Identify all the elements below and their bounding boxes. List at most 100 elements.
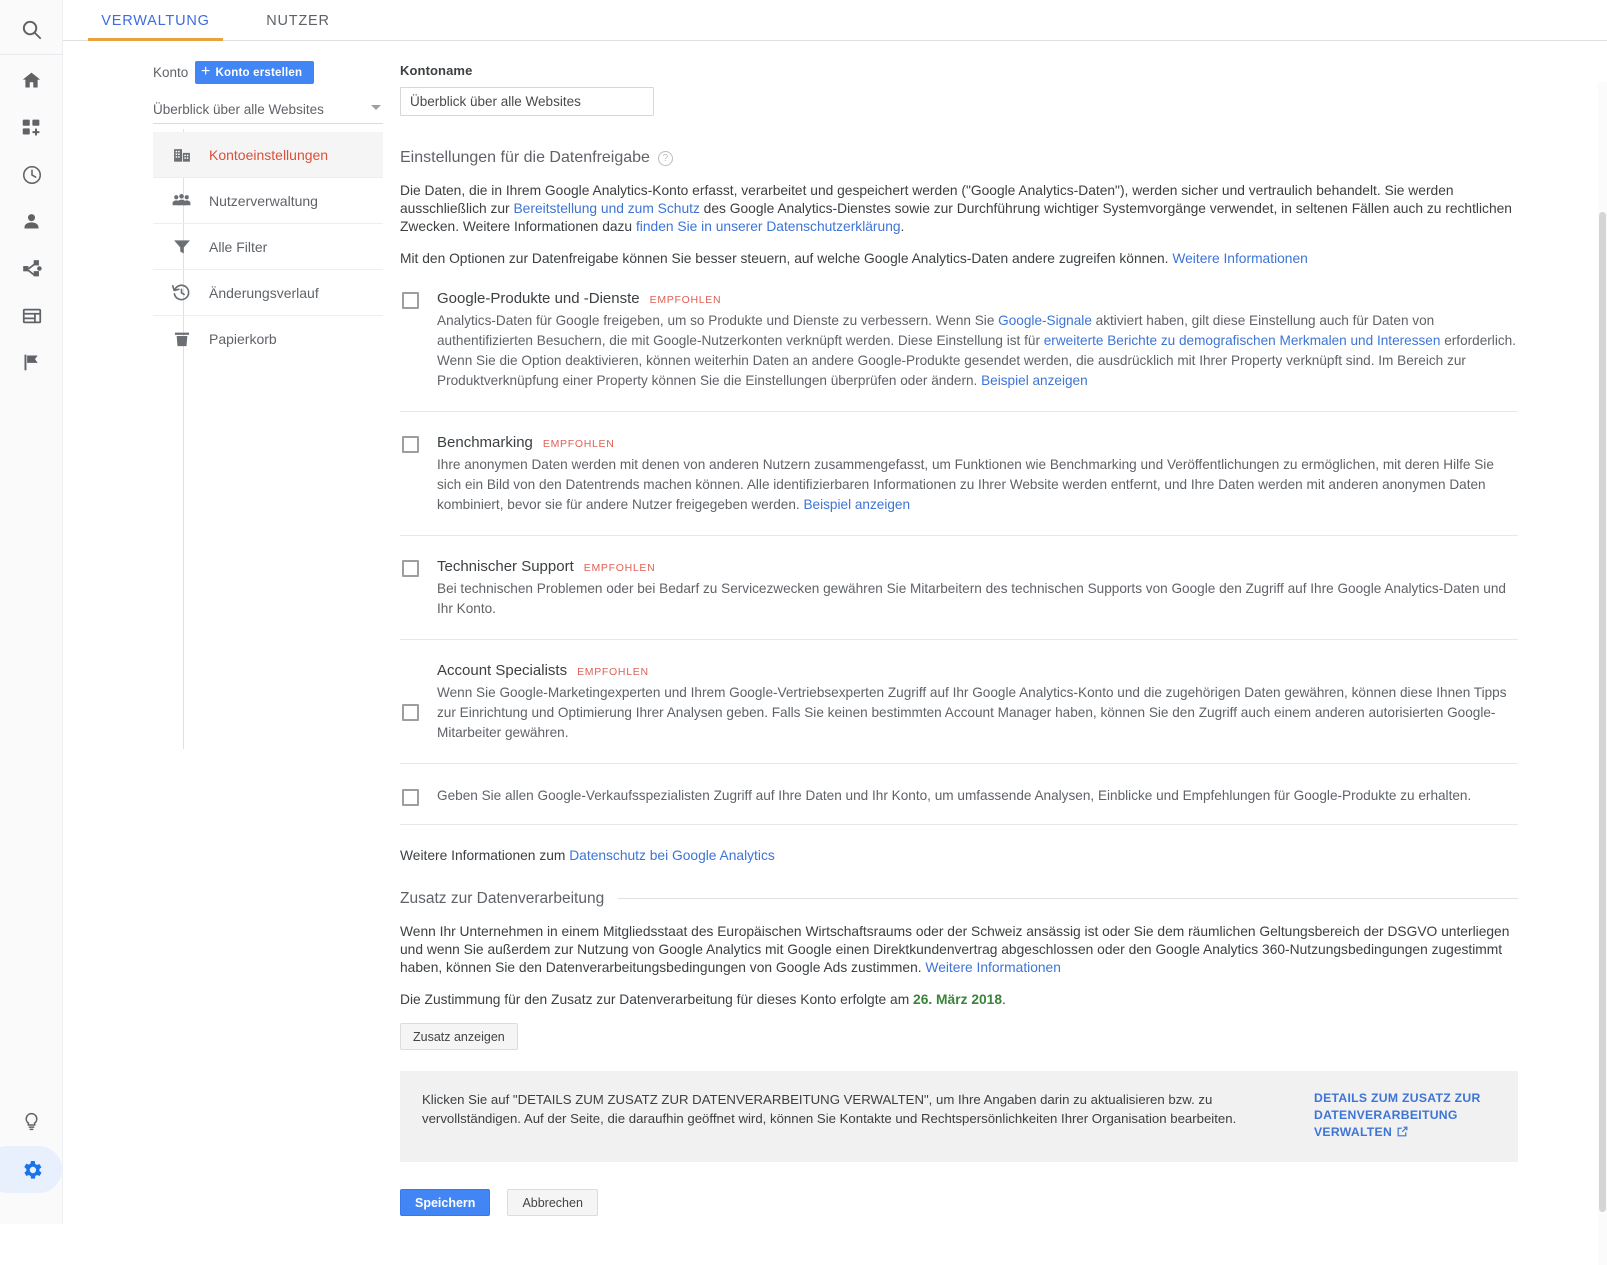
data-sharing-intro-paragraph-1: Die Daten, die in Ihrem Google Analytics…	[400, 182, 1516, 235]
realtime-clock-icon[interactable]	[0, 151, 63, 198]
recommended-badge: EMPFOHLEN	[649, 294, 722, 307]
building-icon	[171, 144, 192, 165]
link-beispiel-anzeigen-1[interactable]: Beispiel anzeigen	[981, 373, 1088, 388]
option-sales-specialists: Geben Sie allen Google-Verkaufsspezialis…	[400, 786, 1518, 826]
option-account-specialists: Account Specialists EMPFOHLEN Wenn Sie G…	[400, 662, 1518, 765]
checkbox-benchmarking[interactable]	[402, 436, 419, 454]
option-title-row: Google-Produkte und -Dienste EMPFOHLEN	[437, 290, 1518, 307]
option-google-products: Google-Produkte und -Dienste EMPFOHLEN A…	[400, 290, 1518, 413]
account-name-input[interactable]	[400, 87, 654, 116]
link-google-signale[interactable]: Google-Signale	[998, 313, 1092, 328]
checkbox-technical-support[interactable]	[402, 560, 419, 578]
option-description: Analytics-Daten für Google freigeben, um…	[437, 311, 1518, 391]
trash-icon	[171, 329, 192, 350]
admin-nav-list: Kontoeinstellungen Nutzerverwaltung Alle…	[153, 132, 383, 362]
option-title: Account Specialists	[437, 662, 568, 680]
sidebar-item-nutzerverwaltung[interactable]: Nutzerverwaltung	[153, 178, 383, 224]
desc-a: Analytics-Daten für Google freigeben, um…	[437, 313, 999, 329]
account-select-value: Überblick über alle Websites	[153, 102, 324, 117]
home-icon[interactable]	[0, 57, 63, 104]
account-name-label: Kontoname	[400, 63, 473, 78]
account-select[interactable]: Überblick über alle Websites	[153, 96, 383, 124]
show-addendum-button[interactable]: Zusatz anzeigen	[400, 1023, 518, 1051]
cancel-button[interactable]: Abbrechen	[507, 1189, 598, 1217]
checkbox-sales-specialists[interactable]	[402, 789, 419, 807]
link-datenschutz-google-analytics[interactable]: Datenschutz bei Google Analytics	[569, 848, 775, 863]
rail-divider	[0, 54, 63, 55]
tab-verwaltung-label: VERWALTUNG	[101, 12, 210, 29]
sidebar-item-alle-filter[interactable]: Alle Filter	[153, 224, 383, 270]
account-settings-pane: Kontoname Einstellungen für die Datenfre…	[400, 63, 1580, 1217]
consent-date: 26. März 2018	[913, 992, 1003, 1008]
option-description: Geben Sie allen Google-Verkaufsspezialis…	[437, 788, 1472, 804]
option-title-row: Account Specialists EMPFOHLEN	[437, 662, 1518, 679]
option-technical-support: Technischer Support EMPFOHLEN Bei techni…	[400, 558, 1518, 641]
recommended-badge: EMPFOHLEN	[577, 666, 649, 679]
option-benchmarking: Benchmarking EMPFOHLEN Ihre anonymen Dat…	[400, 434, 1518, 537]
tab-nutzer[interactable]: NUTZER	[243, 0, 353, 41]
sidebar-item-label: Änderungsverlauf	[209, 284, 319, 301]
dpa-paragraph: Wenn Ihr Unternehmen in einem Mitgliedss…	[400, 923, 1516, 976]
history-icon	[171, 282, 192, 303]
manage-dpa-details-link[interactable]: DETAILS ZUM ZUSATZ ZUR DATENVERARBEITUNG…	[1314, 1090, 1496, 1143]
sidebar-item-label: Papierkorb	[209, 331, 277, 347]
sidebar-item-aenderungsverlauf[interactable]: Änderungsverlauf	[153, 270, 383, 316]
link-datenschutzerklaerung[interactable]: finden Sie in unserer Datenschutzerkläru…	[636, 219, 901, 234]
conversions-flag-icon[interactable]	[0, 339, 63, 386]
consent-prefix: Die Zustimmung für den Zusatz zur Datenv…	[400, 992, 914, 1008]
admin-gear-icon[interactable]	[0, 1146, 63, 1193]
left-icon-rail	[0, 0, 63, 1224]
dpa-consent-line: Die Zustimmung für den Zusatz zur Datenv…	[400, 992, 1580, 1007]
top-tab-bar: VERWALTUNG NUTZER	[63, 0, 1607, 41]
sidebar-item-label: Nutzerverwaltung	[209, 192, 318, 209]
dpa-notice-text: Klicken Sie auf "DETAILS ZUM ZUSATZ ZUR …	[422, 1092, 1237, 1127]
dpa-notice-box: Klicken Sie auf "DETAILS ZUM ZUSATZ ZUR …	[400, 1071, 1518, 1163]
intro-2-text-a: Mit den Optionen zur Datenfreigabe könne…	[400, 251, 1173, 267]
dpa-title: Zusatz zur Datenverarbeitung	[400, 889, 605, 907]
search-icon[interactable]	[0, 6, 63, 53]
option-description: Wenn Sie Google-Marketingexperten und Ih…	[437, 685, 1507, 741]
link-erweiterte-berichte[interactable]: erweiterte Berichte zu demografischen Me…	[1044, 333, 1441, 348]
link-weitere-informationen-datenfreigabe[interactable]: Weitere Informationen	[1172, 251, 1307, 266]
form-action-bar: Speichern Abbrechen	[400, 1189, 1580, 1217]
admin-nav-column: Konto + Konto erstellen Überblick über a…	[153, 61, 383, 362]
acquisition-share-icon[interactable]	[0, 245, 63, 292]
discover-bulb-icon[interactable]	[0, 1098, 63, 1145]
account-label: Konto	[153, 65, 189, 80]
data-sharing-heading: Einstellungen für die Datenfreigabe ?	[400, 149, 1580, 167]
more-info-text: Weitere Informationen zum	[400, 848, 570, 864]
link-beispiel-anzeigen-2[interactable]: Beispiel anzeigen	[803, 497, 910, 512]
tab-nutzer-label: NUTZER	[266, 12, 330, 29]
sidebar-item-kontoeinstellungen[interactable]: Kontoeinstellungen	[153, 132, 383, 178]
create-account-button[interactable]: + Konto erstellen	[195, 61, 315, 84]
help-circle-icon[interactable]: ?	[657, 150, 673, 166]
save-button[interactable]: Speichern	[400, 1189, 491, 1217]
link-bereitstellung-schutz[interactable]: Bereitstellung und zum Schutz	[513, 201, 699, 216]
recommended-badge: EMPFOHLEN	[583, 562, 656, 575]
more-info-paragraph: Weitere Informationen zum Datenschutz be…	[400, 847, 1516, 865]
dpa-rule	[618, 898, 1518, 900]
option-title: Google-Produkte und -Dienste	[437, 290, 640, 308]
create-account-label: Konto erstellen	[215, 66, 303, 79]
option-description: Ihre anonymen Daten werden mit denen von…	[437, 455, 1518, 515]
audience-person-icon[interactable]	[0, 198, 63, 245]
behavior-window-icon[interactable]	[0, 292, 63, 339]
consent-suffix: .	[1002, 992, 1006, 1008]
tab-verwaltung[interactable]: VERWALTUNG	[88, 0, 223, 41]
checkbox-account-specialists[interactable]	[402, 704, 419, 722]
option-title-row: Benchmarking EMPFOHLEN	[437, 434, 1518, 451]
chevron-down-icon	[371, 105, 381, 110]
dpa-heading-row: Zusatz zur Datenverarbeitung	[400, 890, 1518, 908]
checkbox-google-products[interactable]	[402, 292, 419, 310]
page-scrollbar[interactable]	[1598, 82, 1607, 1265]
data-sharing-title: Einstellungen für die Datenfreigabe	[400, 149, 650, 166]
customization-icon[interactable]	[0, 104, 63, 151]
option-description: Bei technischen Problemen oder bei Bedar…	[437, 581, 1506, 617]
intro-1-text-c: .	[900, 218, 905, 234]
sidebar-item-papierkorb[interactable]: Papierkorb	[153, 316, 383, 362]
link-weitere-informationen-dpa[interactable]: Weitere Informationen	[925, 960, 1060, 975]
sidebar-item-label: Kontoeinstellungen	[209, 146, 329, 163]
scrollbar-thumb[interactable]	[1599, 212, 1606, 1212]
funnel-icon	[171, 236, 192, 257]
admin-page: Konto + Konto erstellen Überblick über a…	[63, 41, 1607, 1265]
